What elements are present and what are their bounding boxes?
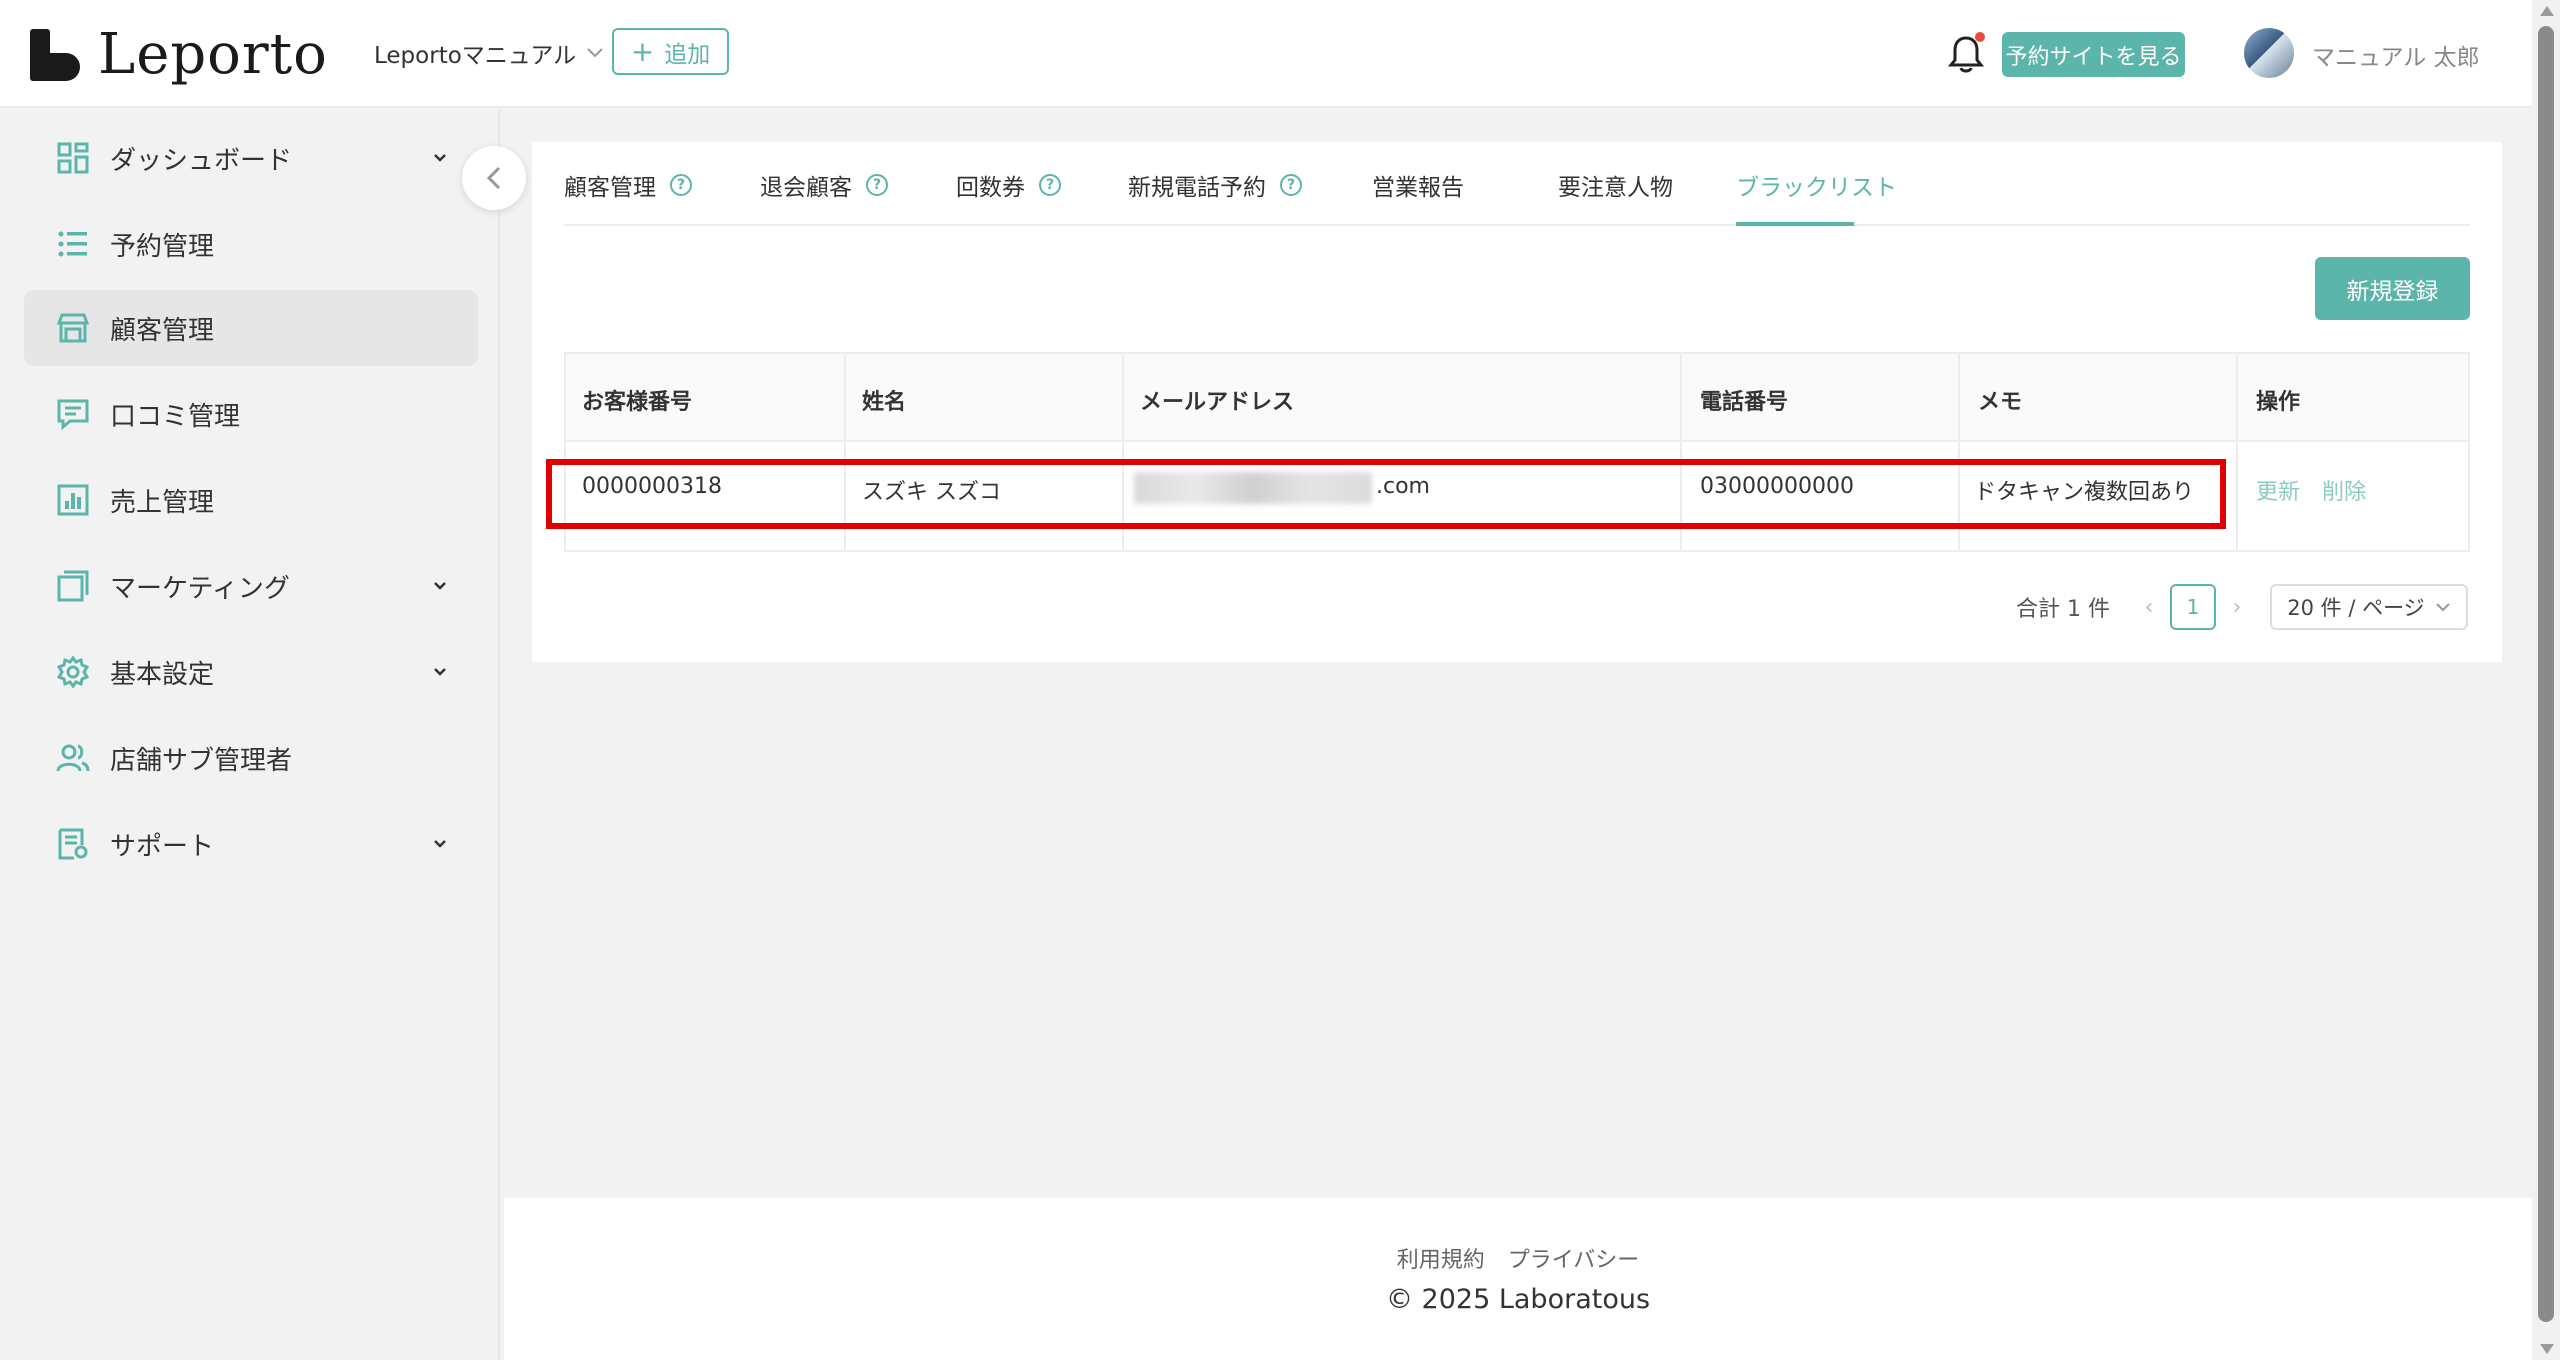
chevron-down-icon	[434, 154, 446, 162]
sidebar-item-label: ダッシュボード	[110, 145, 293, 176]
sidebar-item-sub-admins[interactable]: 店舗サブ管理者	[24, 720, 478, 796]
column-header: 電話番号	[1700, 390, 1789, 415]
list-icon	[58, 231, 87, 257]
chevron-left-icon	[486, 166, 501, 190]
sidebar-item-support[interactable]: サポート	[24, 806, 478, 882]
add-button-label: 追加	[664, 41, 711, 68]
chevron-down-icon	[434, 668, 446, 676]
logo[interactable]: Leporto	[30, 22, 328, 87]
sidebar-item-label: 口コミ管理	[110, 401, 241, 432]
page-size-select[interactable]: 20 件 / ページ	[2269, 584, 2468, 630]
prev-page-icon[interactable]: ‹	[2134, 595, 2164, 620]
help-icon[interactable]: ?	[1039, 174, 1061, 196]
sidebar-item-reviews[interactable]: 口コミ管理	[24, 376, 478, 452]
column-header: お客様番号	[582, 390, 693, 415]
tab-label: 回数券	[956, 175, 1025, 201]
scroll-thumb[interactable]	[2538, 26, 2554, 1322]
blacklist-table: お客様番号 姓名 メールアドレス 電話番号 メモ 操作 0000000318 ス…	[546, 352, 2470, 552]
update-link[interactable]: 更新	[2256, 474, 2300, 506]
sidebar-item-sales[interactable]: 売上管理	[24, 462, 478, 538]
shop-selector[interactable]: Leportoマニュアル	[374, 36, 604, 70]
tab-label: 退会顧客	[760, 175, 852, 201]
view-booking-site-button[interactable]: 予約サイトを見る	[2002, 32, 2185, 77]
footer: 利用規約 プライバシー © 2025 Laboratous	[504, 1198, 2532, 1360]
sidebar: ダッシュボード 予約管理 顧客管理 口コミ管理 売上管理 マーケティング 基本設…	[0, 110, 500, 1360]
help-icon[interactable]: ?	[670, 174, 692, 196]
users-icon	[56, 744, 90, 772]
tab-coupon-tickets[interactable]: 回数券 ?	[956, 168, 1061, 202]
column-header: メモ	[1978, 390, 2023, 415]
sidebar-item-label: 店舗サブ管理者	[110, 745, 293, 776]
sidebar-item-marketing[interactable]: マーケティング	[24, 548, 478, 624]
sidebar-item-label: 基本設定	[110, 659, 215, 690]
sidebar-item-customers[interactable]: 顧客管理	[24, 290, 478, 366]
shop-name: Leportoマニュアル	[374, 43, 577, 69]
avatar[interactable]	[2244, 28, 2294, 78]
scroll-up-icon[interactable]	[2540, 6, 2554, 16]
user-name[interactable]: マニュアル 太郎	[2312, 38, 2480, 72]
privacy-link[interactable]: プライバシー	[1508, 1248, 1640, 1273]
help-icon[interactable]: ?	[1280, 174, 1302, 196]
tab-watchlist[interactable]: 要注意人物	[1558, 168, 1673, 202]
tab-bar: 顧客管理 ? 退会顧客 ? 回数券 ? 新規電話予約 ? 営業報告 要注意人物 …	[564, 142, 2470, 226]
sidebar-item-label: 売上管理	[110, 487, 215, 518]
new-registration-button[interactable]: 新規登録	[2315, 257, 2470, 320]
column-header: メールアドレス	[1140, 390, 1295, 415]
tab-label: ブラックリスト	[1736, 175, 1897, 201]
page-number[interactable]: 1	[2169, 584, 2216, 630]
delete-link[interactable]: 削除	[2322, 474, 2366, 506]
tab-blacklist[interactable]: ブラックリスト	[1736, 168, 1897, 202]
sidebar-item-label: 顧客管理	[110, 315, 215, 346]
tab-customers[interactable]: 顧客管理 ?	[564, 168, 692, 202]
sidebar-item-label: 予約管理	[110, 231, 215, 262]
sidebar-item-label: マーケティング	[110, 573, 290, 604]
highlight-box	[546, 459, 2226, 529]
tab-label: 顧客管理	[564, 175, 656, 201]
column-header: 操作	[2256, 390, 2301, 415]
add-button[interactable]: + 追加	[612, 28, 729, 75]
sidebar-item-reservations[interactable]: 予約管理	[24, 206, 478, 282]
comment-icon	[57, 399, 89, 431]
chevron-down-icon	[434, 582, 446, 590]
plus-icon: +	[630, 34, 655, 68]
tab-label: 新規電話予約	[1128, 175, 1266, 201]
top-header: Leporto Leportoマニュアル + 追加 予約サイトを見る マニュアル…	[0, 0, 2532, 108]
help-icon[interactable]: ?	[866, 174, 888, 196]
store-icon	[56, 313, 90, 343]
table-header: お客様番号 姓名 メールアドレス 電話番号 メモ 操作	[566, 354, 2468, 442]
tab-business-report[interactable]: 営業報告	[1372, 168, 1464, 202]
notification-dot	[1975, 32, 1985, 42]
sidebar-item-settings[interactable]: 基本設定	[24, 634, 478, 710]
main-content: 顧客管理 ? 退会顧客 ? 回数券 ? 新規電話予約 ? 営業報告 要注意人物 …	[532, 142, 2502, 662]
active-tab-indicator	[1736, 222, 1854, 226]
chevron-down-icon	[434, 840, 446, 848]
tab-phone-reservation[interactable]: 新規電話予約 ?	[1128, 168, 1302, 202]
next-page-icon[interactable]: ›	[2222, 595, 2252, 620]
document-icon	[58, 828, 88, 860]
scroll-down-icon[interactable]	[2540, 1344, 2554, 1354]
sidebar-item-dashboard[interactable]: ダッシュボード	[24, 120, 478, 196]
column-header: 姓名	[862, 390, 907, 415]
tab-label: 要注意人物	[1558, 175, 1673, 201]
chevron-down-icon	[2435, 603, 2450, 612]
terms-link[interactable]: 利用規約	[1397, 1248, 1485, 1273]
logo-mark-icon	[30, 28, 80, 81]
footer-links: 利用規約 プライバシー	[504, 1242, 2532, 1274]
scrollbar[interactable]	[2532, 0, 2560, 1360]
sidebar-item-label: サポート	[110, 831, 215, 862]
page-size-value: 20 件 / ページ	[2287, 596, 2425, 620]
tab-withdrawn-customers[interactable]: 退会顧客 ?	[760, 168, 888, 202]
logo-text: Leporto	[98, 22, 328, 87]
gear-icon	[56, 655, 90, 689]
pagination: 合計 1 件 ‹ 1 › 20 件 / ページ	[2016, 584, 2468, 630]
total-count: 合計 1 件	[2016, 597, 2110, 622]
chevron-down-icon	[587, 48, 603, 58]
column-divider	[2236, 354, 2238, 550]
tab-label: 営業報告	[1372, 175, 1464, 201]
sidebar-collapse-button[interactable]	[462, 146, 526, 210]
chart-icon	[57, 484, 89, 516]
copyright: © 2025 Laboratous	[1385, 1284, 1651, 1315]
window-icon	[57, 570, 89, 602]
dashboard-icon	[57, 142, 89, 174]
